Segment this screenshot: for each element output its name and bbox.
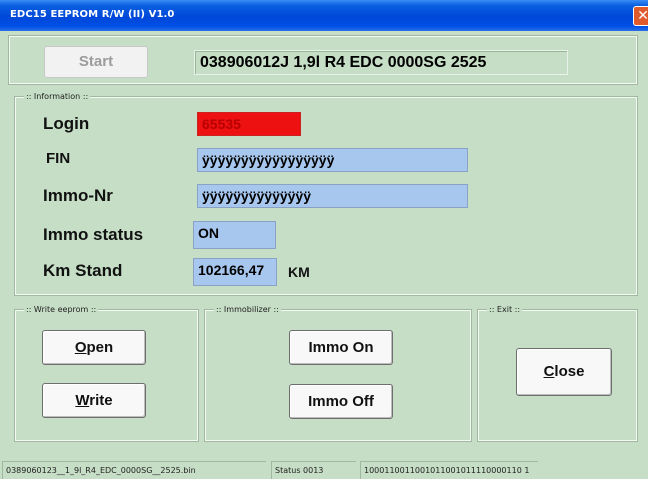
open-button[interactable]: Open [42,330,146,365]
immobilizer-group-title: :: Immobilizer :: [214,304,281,316]
client-area: Start 038906012J 1,9l R4 EDC 0000SG 2525… [2,31,646,477]
write-button-mnemonic: W [75,392,90,409]
status-code-pane: Status 0013 [271,461,356,479]
application-window: EDC15 EEPROM R/W (II) V1.0 ✕ Start 03890… [0,0,648,479]
write-eeprom-group-title: :: Write eeprom :: [24,304,99,316]
status-bits-pane: 1000110011001011001011110000110 1 [360,461,538,479]
km-stand-field[interactable]: 102166,47 [193,258,277,286]
close-button-mnemonic: C [543,363,555,380]
close-button[interactable]: Close [516,348,612,396]
status-file-pane: 0389060123__1_9l_R4_EDC_0000SG__2525.bin [2,461,266,479]
login-field[interactable]: 65535 [197,112,301,136]
close-window-icon[interactable]: ✕ [633,6,648,26]
fin-field[interactable]: ÿÿÿÿÿÿÿÿÿÿÿÿÿÿÿÿÿ [197,148,468,172]
login-label: Login [43,114,90,133]
close-button-label: lose [554,363,585,380]
information-group-title: :: Information :: [24,91,91,103]
window-title: EDC15 EEPROM R/W (II) V1.0 [10,9,175,20]
fin-label: FIN [46,150,71,167]
immo-nr-field[interactable]: ÿÿÿÿÿÿÿÿÿÿÿÿÿÿ [197,184,468,208]
immo-on-button[interactable]: Immo On [289,330,393,365]
km-stand-label: Km Stand [43,261,123,280]
immo-off-button[interactable]: Immo Off [289,384,393,419]
write-button[interactable]: Write [42,383,146,418]
open-button-mnemonic: O [74,339,87,356]
start-button[interactable]: Start [44,46,148,78]
status-bar: 0389060123__1_9l_R4_EDC_0000SG__2525.bin… [2,461,646,479]
immo-status-field: ON [193,221,276,249]
ecu-info-field: 038906012J 1,9l R4 EDC 0000SG 2525 [194,50,568,75]
immo-nr-label: Immo-Nr [43,186,113,205]
title-bar[interactable]: EDC15 EEPROM R/W (II) V1.0 ✕ [0,0,648,31]
exit-group-title: :: Exit :: [487,304,523,316]
km-unit-label: KM [288,264,310,280]
open-button-label: pen [86,339,114,356]
write-button-label: rite [89,392,113,409]
immo-status-label: Immo status [43,225,144,244]
